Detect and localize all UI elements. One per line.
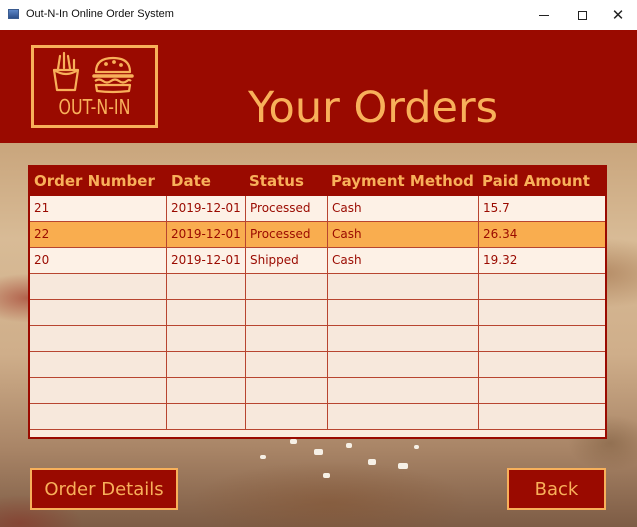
column-header-paid-amount[interactable]: Paid Amount bbox=[482, 167, 590, 196]
empty-cell bbox=[167, 300, 246, 325]
empty-cell bbox=[479, 300, 605, 325]
close-button[interactable]: ✕ bbox=[599, 0, 637, 30]
fries-icon bbox=[52, 51, 80, 92]
table-row[interactable]: 21 2019-12-01 Processed Cash 15.7 bbox=[30, 196, 605, 222]
column-header-status[interactable]: Status bbox=[249, 167, 304, 196]
empty-cell bbox=[328, 326, 479, 351]
empty-cell bbox=[246, 378, 328, 403]
page-title: Your Orders bbox=[248, 83, 499, 133]
background-speck bbox=[398, 463, 408, 469]
background-speck bbox=[314, 449, 323, 455]
logo: OUT-N-IN bbox=[31, 45, 158, 128]
empty-cell bbox=[246, 352, 328, 377]
cell-paid-amount: 26.34 bbox=[483, 227, 518, 241]
logo-text: OUT-N-IN bbox=[58, 95, 131, 119]
cell-payment-method: Cash bbox=[328, 222, 479, 247]
empty-cell bbox=[479, 378, 605, 403]
empty-cell bbox=[30, 300, 167, 325]
empty-cell bbox=[328, 378, 479, 403]
empty-cell bbox=[167, 404, 246, 429]
minimize-button[interactable] bbox=[525, 0, 563, 30]
empty-cell bbox=[328, 404, 479, 429]
cell-date: 2019-12-01 bbox=[167, 222, 246, 247]
minimize-icon bbox=[539, 14, 549, 16]
cell-payment-method: Cash bbox=[328, 248, 479, 273]
app-window-icon bbox=[8, 9, 19, 19]
cell-date: 2019-12-01 bbox=[167, 248, 246, 273]
empty-cell bbox=[479, 274, 605, 299]
window-titlebar: Out-N-In Online Order System ✕ bbox=[0, 0, 637, 31]
empty-cell bbox=[30, 404, 167, 429]
cell-status: Shipped bbox=[246, 248, 328, 273]
background-speck bbox=[323, 473, 330, 478]
empty-cell bbox=[30, 274, 167, 299]
maximize-button[interactable] bbox=[563, 0, 601, 30]
order-details-button[interactable]: Order Details bbox=[30, 468, 178, 510]
maximize-icon bbox=[577, 10, 587, 20]
empty-cell bbox=[246, 326, 328, 351]
orders-table[interactable]: Order Number Date Status Payment Method … bbox=[28, 165, 607, 439]
table-row-empty bbox=[30, 378, 605, 404]
empty-cell bbox=[479, 352, 605, 377]
table-row[interactable]: 20 2019-12-01 Shipped Cash 19.32 bbox=[30, 248, 605, 274]
empty-cell bbox=[30, 326, 167, 351]
empty-cell bbox=[328, 300, 479, 325]
empty-cell bbox=[479, 326, 605, 351]
table-row-empty bbox=[30, 326, 605, 352]
cell-order-number: 20 bbox=[30, 248, 167, 273]
empty-cell bbox=[328, 274, 479, 299]
background-speck bbox=[414, 445, 419, 449]
table-row-selected[interactable]: 22 2019-12-01 Processed Cash 26.34 bbox=[30, 222, 605, 248]
empty-cell bbox=[246, 300, 328, 325]
empty-cell bbox=[167, 326, 246, 351]
cell-status: Processed bbox=[246, 222, 328, 247]
background-speck bbox=[260, 455, 266, 459]
burger-icon bbox=[92, 56, 134, 94]
cell-payment-method: Cash bbox=[328, 196, 479, 221]
empty-cell bbox=[246, 404, 328, 429]
close-icon: ✕ bbox=[611, 5, 625, 24]
background-speck bbox=[368, 459, 376, 465]
table-row-empty bbox=[30, 352, 605, 378]
cell-order-number: 22 bbox=[30, 222, 167, 247]
empty-cell bbox=[246, 274, 328, 299]
column-header-payment-method[interactable]: Payment Method bbox=[331, 167, 474, 196]
empty-cell bbox=[167, 378, 246, 403]
cell-paid-amount: 15.7 bbox=[483, 201, 510, 215]
empty-cell bbox=[167, 274, 246, 299]
table-header: Order Number Date Status Payment Method … bbox=[30, 167, 605, 196]
cell-order-number: 21 bbox=[30, 196, 167, 221]
cell-paid-amount: 19.32 bbox=[483, 253, 518, 267]
background-speck bbox=[346, 443, 352, 448]
background-speck bbox=[290, 439, 297, 444]
table-row-empty bbox=[30, 274, 605, 300]
cell-date: 2019-12-01 bbox=[167, 196, 246, 221]
empty-cell bbox=[479, 404, 605, 429]
table-row-empty bbox=[30, 300, 605, 326]
cell-status: Processed bbox=[246, 196, 328, 221]
empty-cell bbox=[328, 352, 479, 377]
back-button[interactable]: Back bbox=[507, 468, 606, 510]
empty-cell bbox=[30, 352, 167, 377]
window-title: Out-N-In Online Order System bbox=[26, 8, 174, 20]
table-row-empty bbox=[30, 404, 605, 430]
empty-cell bbox=[167, 352, 246, 377]
empty-cell bbox=[30, 378, 167, 403]
column-header-order-number[interactable]: Order Number bbox=[34, 167, 155, 196]
column-header-date[interactable]: Date bbox=[171, 167, 211, 196]
